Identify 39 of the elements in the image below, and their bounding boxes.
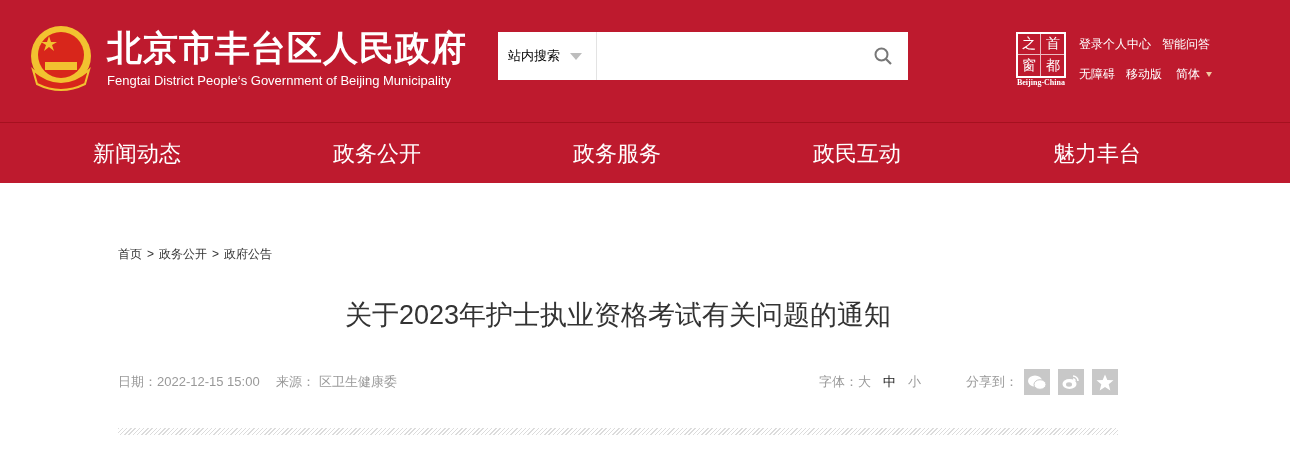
font-size-option[interactable]: 中 [883, 372, 896, 392]
breadcrumb-link[interactable]: 首页 [118, 245, 142, 263]
article-title: 关于2023年护士执业资格考试有关问题的通知 [343, 299, 893, 332]
chat-bubbles-icon [1028, 374, 1046, 390]
font-size-label: 字体： [819, 373, 858, 392]
source-text: 区卫生健康委 [318, 373, 397, 392]
header-link[interactable]: 移动版 [1126, 65, 1162, 83]
header-link[interactable]: 无障碍 [1079, 65, 1115, 83]
badge-character: 之 [1018, 34, 1041, 55]
weibo-icon [1062, 374, 1080, 390]
site-title: 北京市丰台区人民政府 [107, 27, 467, 69]
nav-item[interactable]: 政民互动 [737, 123, 977, 183]
nav-item[interactable]: 政务公开 [257, 123, 497, 183]
emblem-icon [29, 24, 93, 92]
share-button[interactable] [1092, 369, 1118, 395]
search-icon[interactable] [874, 47, 892, 65]
header-link[interactable]: 登录个人中心 [1079, 35, 1151, 53]
site-subtitle: Fengtai District People‘s Government of Beijing Municipality [107, 73, 452, 89]
breadcrumb-link[interactable]: 政务公开 [159, 245, 207, 263]
breadcrumb-link[interactable]: 政府公告 [224, 245, 273, 263]
breadcrumb-separator: > [147, 246, 154, 263]
breadcrumb-separator: > [212, 246, 220, 263]
star-icon [1096, 373, 1114, 391]
badge-character: 窗 [1018, 55, 1041, 76]
share-label: 分享到： [966, 373, 1018, 392]
share-button[interactable] [1024, 369, 1050, 395]
language-switch[interactable]: 简体 [1176, 65, 1212, 83]
caret-icon [1206, 71, 1212, 77]
header-link[interactable]: 智能问答 [1162, 35, 1210, 53]
badge-caption: Beijing-China [1017, 78, 1065, 88]
badge-character: 首 [1041, 34, 1064, 55]
nav-item[interactable]: 政务服务 [497, 123, 737, 183]
nav-item[interactable]: 新闻动态 [17, 123, 257, 183]
source-label: 来源： [275, 373, 315, 392]
date-text: 日期：2022-12-15 15:00 [118, 373, 260, 392]
nav-item[interactable]: 魅力丰台 [977, 123, 1217, 183]
share-button[interactable] [1058, 369, 1084, 395]
caret-icon [570, 52, 582, 60]
badge-character: 都 [1044, 56, 1061, 75]
